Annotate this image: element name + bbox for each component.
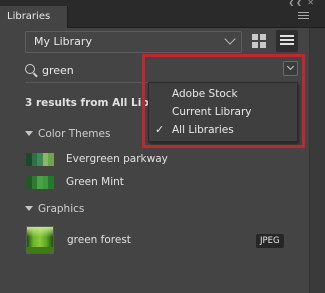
search-scope-menu: Adobe Stock Current Library ✓ All Librar… [148,82,298,142]
color-theme-swatch [26,153,54,166]
library-select[interactable]: My Library [25,31,242,53]
tab-libraries[interactable]: Libraries [0,6,68,28]
library-select-value: My Library [34,35,92,48]
disclosure-triangle-icon [25,205,33,211]
section-title: Color Themes [38,128,111,140]
menu-item-label: All Libraries [172,124,234,136]
panel-scroll-gutter [309,28,325,293]
search-input[interactable] [42,61,272,79]
list-view-icon[interactable] [276,30,298,52]
disclosure-triangle-icon [25,130,33,136]
menu-item-all-libraries[interactable]: ✓ All Libraries [149,121,297,139]
panel-tab-bar: Libraries [0,6,325,28]
color-theme-label: Green Mint [66,176,124,188]
color-theme-swatch [26,176,54,189]
graphic-thumbnail[interactable] [26,226,54,254]
section-color-themes[interactable]: Color Themes [25,128,110,140]
menu-item-label: Adobe Stock [172,88,238,100]
menu-item-label: Current Library [172,106,252,118]
file-type-badge: JPEG [256,234,284,248]
chevron-down-icon [286,62,295,71]
search-icon [25,64,35,74]
color-theme-label: Evergreen parkway [66,153,168,165]
section-title: Graphics [38,203,85,215]
menu-item-current-library[interactable]: Current Library [149,103,297,121]
search-scope-button[interactable] [283,61,298,76]
chevron-down-icon [224,33,236,45]
grid-view-icon[interactable] [252,34,266,48]
panel-menu-icon[interactable] [298,12,309,20]
section-graphics[interactable]: Graphics [25,203,84,215]
menu-item-adobe-stock[interactable]: Adobe Stock [149,85,297,103]
checkmark-icon: ✓ [155,123,165,136]
graphic-label[interactable]: green forest [67,234,131,246]
results-count: 3 results from All Libraries [25,97,150,109]
